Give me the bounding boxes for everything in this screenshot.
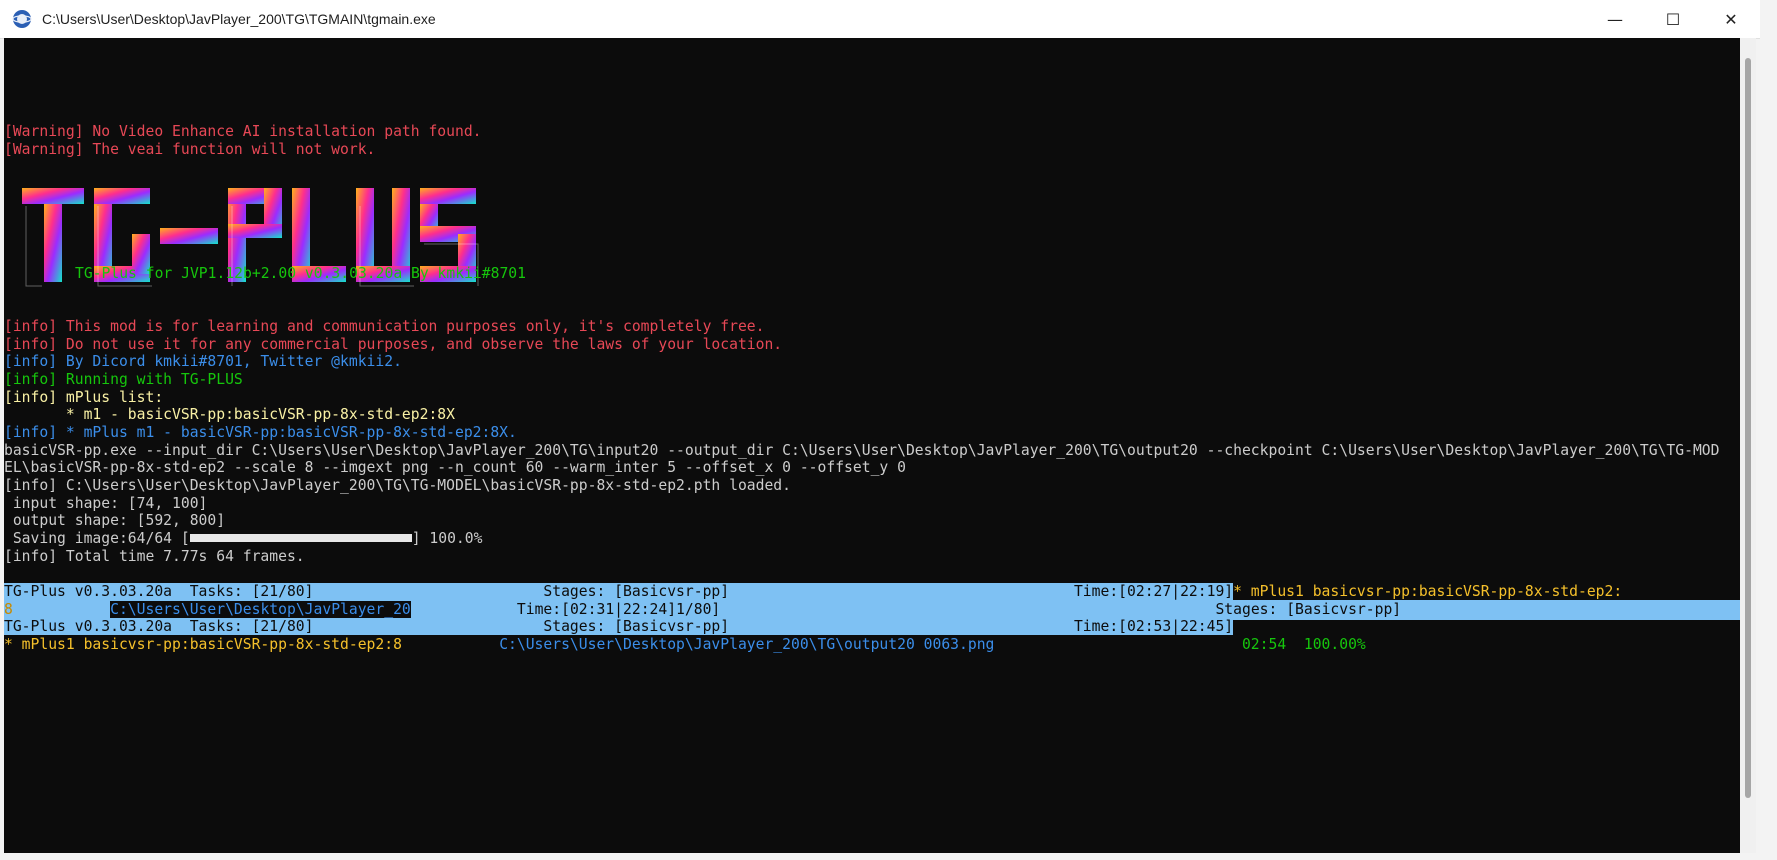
progress-bar (189, 534, 412, 542)
saving-percent: ] 100.0% (411, 530, 483, 547)
info-line: [info] Running with TG-PLUS (4, 371, 243, 388)
command-line: EL\basicVSR-pp-8x-std-ep2 --scale 8 --im… (4, 459, 906, 476)
close-icon: ✕ (1724, 9, 1738, 29)
tg-plus-logo (22, 188, 479, 287)
info-line: [info] Total time 7.77s 64 frames. (4, 548, 305, 565)
status-row-rest: Time:[02:31|22:24]1/80] Stages: [Basicvs… (410, 601, 1402, 618)
minimize-button[interactable]: — (1586, 0, 1644, 38)
vertical-scrollbar[interactable] (1740, 38, 1756, 853)
status-row-right: * mPlus1 basicvsr-pp:basicVSR-pp-8x-std-… (1233, 583, 1623, 600)
info-line: [info] C:\Users\User\Desktop\JavPlayer_2… (4, 477, 791, 494)
minimize-icon: — (1607, 9, 1623, 29)
output-shape-line: output shape: [592, 800] (4, 512, 226, 529)
status-row-path: C:\Users\User\Desktop\JavPlayer_200\TG\o… (499, 636, 995, 653)
progress-bar-fill (189, 534, 412, 542)
close-button[interactable]: ✕ (1702, 0, 1760, 38)
status-row-text: TG-Plus v0.3.03.20a Tasks: [21/80] Stage… (4, 618, 1234, 635)
maximize-button[interactable]: ☐ (1644, 0, 1702, 38)
status-row: TG-Plus v0.3.03.20a Tasks: [21/80] Stage… (4, 617, 1234, 637)
status-row-left: TG-Plus v0.3.03.20a Tasks: [21/80] Stage… (4, 583, 1234, 600)
info-line: [info] By Dicord kmkii#8701, Twitter @km… (4, 353, 402, 370)
window-titlebar[interactable]: C:\Users\User\Desktop\JavPlayer_200\TG\T… (0, 0, 1760, 39)
status-row-path: C:\Users\User\Desktop\JavPlayer_20 (110, 601, 411, 618)
console-output[interactable]: [Warning] No Video Enhance AI installati… (4, 38, 1756, 853)
info-line: [info] * mPlus m1 - basicVSR-pp:basicVSR… (4, 424, 517, 441)
info-line: [info] This mod is for learning and comm… (4, 318, 765, 335)
status-row-time: 02:54 100.00% (1241, 636, 1366, 653)
status-row: TG-Plus v0.3.03.20a Tasks: [21/80] Stage… (4, 582, 1756, 602)
mplus-list-item: * m1 - basicVSR-pp:basicVSR-pp-8x-std-ep… (4, 406, 455, 423)
status-row-prefix: 8 (4, 601, 111, 618)
logo-subtitle: TG-Plus for JVP1.12b+2.00 v0.3.03.20a By… (75, 265, 526, 282)
window-title: C:\Users\User\Desktop\JavPlayer_200\TG\T… (42, 11, 436, 27)
saving-label: Saving image:64/64 [ (4, 530, 190, 547)
window-controls: — ☐ ✕ (1586, 0, 1760, 38)
scrollbar-thumb[interactable] (1745, 58, 1751, 798)
saving-progress-line: Saving image:64/64 [ ] 100.0% (4, 529, 483, 549)
maximize-icon: ☐ (1665, 9, 1681, 29)
status-row: * mPlus1 basicvsr-pp:basicVSR-pp-8x-std-… (4, 635, 1366, 655)
warning-line: [Warning] The veai function will not wor… (4, 141, 376, 158)
status-row-gap (994, 636, 1242, 653)
app-globe-icon (12, 9, 32, 29)
status-row-model: * mPlus1 basicvsr-pp:basicVSR-pp-8x-std-… (4, 636, 500, 653)
warning-line: [Warning] No Video Enhance AI installati… (4, 123, 482, 140)
